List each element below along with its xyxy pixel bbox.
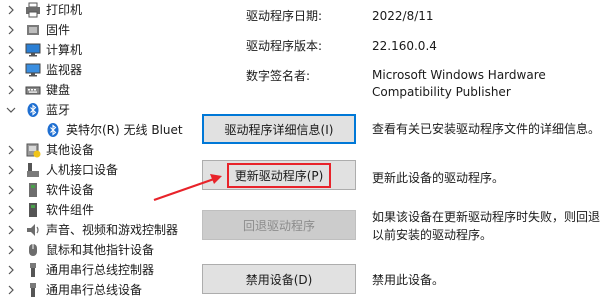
driver-tab-panel: 驱动程序日期: 2022/8/11 驱动程序版本: 22.160.0.4 数字签… [186,0,600,298]
monitor-icon [25,63,41,77]
hid-icon [27,163,39,177]
tree-item-label: 软件组件 [46,203,95,217]
firmware-icon [27,25,39,35]
tree-item-firmware[interactable]: 固件 [0,20,186,40]
chevron-right-icon[interactable] [6,20,16,40]
chevron-right-icon[interactable] [6,140,16,160]
tree-item-mice[interactable]: 鼠标和其他指针设备 [0,240,186,260]
tree-item-label: 鼠标和其他指针设备 [46,243,155,257]
software-device-icon [29,183,37,197]
update-driver-button-label: 更新驱动程序(P) [226,162,332,188]
tree-item-label: 通用串行总线控制器 [46,263,155,277]
rollback-driver-button-label: 回退驱动程序 [242,218,315,233]
tree-item-label: 打印机 [46,3,83,17]
tree-item-printers[interactable]: 打印机 [0,0,186,20]
chevron-right-icon[interactable] [6,180,16,200]
mouse-icon [29,244,37,256]
chevron-right-icon[interactable] [6,0,16,20]
tree-item-label: 人机接口设备 [46,163,119,177]
chevron-down-icon[interactable] [6,100,16,120]
usb-icon [30,283,36,297]
disable-device-button-label: 禁用设备(D) [245,272,313,287]
tree-item-label: 键盘 [46,83,71,97]
tree-item-software-devices[interactable]: 软件设备 [0,180,186,200]
digital-signer-label: 数字签名者: [246,69,311,83]
tree-item-keyboards[interactable]: 键盘 [0,80,186,100]
tree-item-usb-controllers[interactable]: 通用串行总线控制器 [0,260,186,280]
chevron-right-icon[interactable] [6,240,16,260]
tree-item-label: 通用串行总线设备 [46,283,143,297]
speaker-icon [27,224,39,236]
tree-item-label: 声音、视频和游戏控制器 [46,223,179,237]
tree-item-label: 固件 [46,23,71,37]
driver-details-button[interactable]: 驱动程序详细信息(I) [202,114,356,144]
tree-item-sound-video-game[interactable]: 声音、视频和游戏控制器 [0,220,186,240]
driver-date-value: 2022/8/11 [372,9,434,23]
rollback-driver-description-line2: 以前安装的驱动程序。 [372,228,493,242]
tree-item-software-components[interactable]: 软件组件 [0,200,186,220]
update-driver-button[interactable]: 更新驱动程序(P) [202,160,356,190]
software-component-icon [29,203,37,217]
tree-item-bluetooth[interactable]: 蓝牙 [0,100,186,120]
driver-details-button-label: 驱动程序详细信息(I) [224,122,334,137]
chevron-right-icon[interactable] [6,280,16,298]
tree-item-label: 计算机 [46,43,83,57]
chevron-right-icon[interactable] [6,60,16,80]
tree-item-hid[interactable]: 人机接口设备 [0,160,186,180]
driver-date-label: 驱动程序日期: [246,9,323,23]
rollback-driver-button[interactable]: 回退驱动程序 [202,210,356,240]
tree-item-label: 软件设备 [46,183,95,197]
computer-icon [25,43,41,57]
tree-item-label: 其他设备 [46,143,95,157]
update-driver-description: 更新此设备的驱动程序。 [372,171,505,185]
bluetooth-icon [47,123,59,137]
printer-icon [26,2,40,18]
chevron-right-icon[interactable] [6,80,16,100]
disable-device-button[interactable]: 禁用设备(D) [202,264,356,294]
disable-device-description: 禁用此设备。 [372,273,445,287]
driver-details-description: 查看有关已安装驱动程序文件的详细信息。 [372,122,600,136]
tree-item-other-devices[interactable]: 其他设备 [0,140,186,160]
chevron-right-icon[interactable] [6,220,16,240]
digital-signer-value-line2: Compatibility Publisher [372,85,511,99]
chevron-right-icon[interactable] [6,200,16,220]
bluetooth-icon [27,103,39,117]
chevron-right-icon[interactable] [6,40,16,60]
driver-version-value: 22.160.0.4 [372,39,437,53]
tree-item-usb-devices[interactable]: 通用串行总线设备 [0,280,186,298]
device-tree: 打印机 固件 计算机 监视器 键盘 蓝牙 英特尔(R) 无线 Bluet 其他设… [0,0,186,298]
unknown-device-icon [26,143,41,158]
driver-version-label: 驱动程序版本: [246,39,323,53]
chevron-right-icon[interactable] [6,260,16,280]
tree-item-label: 蓝牙 [46,103,71,117]
keyboard-icon [25,86,41,95]
usb-icon [30,263,36,277]
tree-item-label: 监视器 [46,63,83,77]
digital-signer-value-line1: Microsoft Windows Hardware [372,68,546,82]
tree-item-intel-wireless-bluetooth[interactable]: 英特尔(R) 无线 Bluet [0,120,186,140]
tree-item-monitors[interactable]: 监视器 [0,60,186,80]
tree-item-computer[interactable]: 计算机 [0,40,186,60]
tree-item-label: 英特尔(R) 无线 Bluet [66,123,183,137]
rollback-driver-description-line1: 如果该设备在更新驱动程序时失败，则回退 [372,210,600,224]
chevron-right-icon[interactable] [6,160,16,180]
